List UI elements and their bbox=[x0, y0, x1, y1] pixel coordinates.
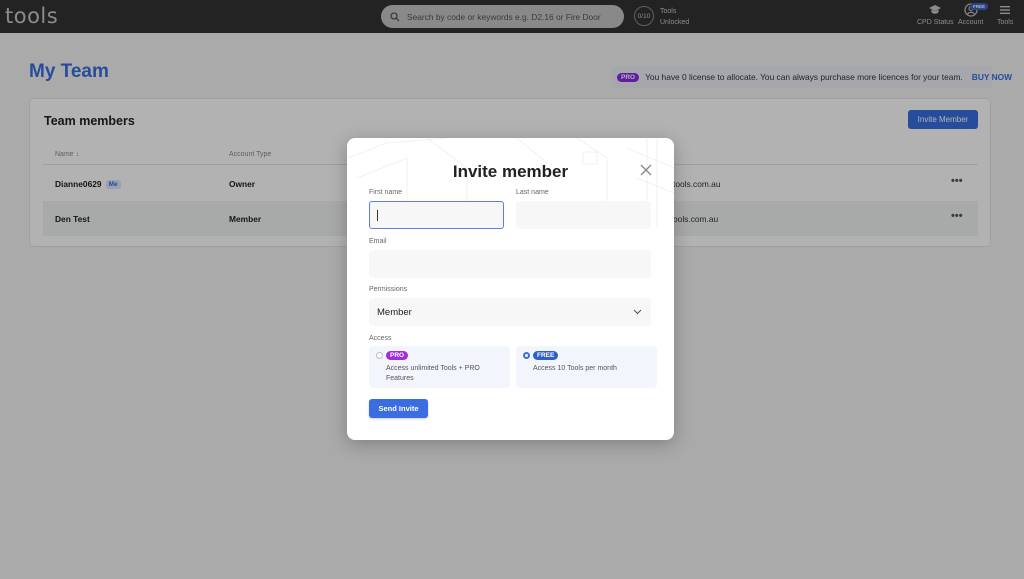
chevron-down-icon bbox=[633, 309, 642, 315]
send-invite-button[interactable]: Send Invite bbox=[369, 399, 428, 418]
invite-member-modal: Invite member First name Last name Email… bbox=[347, 138, 674, 440]
email-input[interactable] bbox=[369, 250, 651, 278]
permissions-select[interactable]: Member bbox=[369, 298, 651, 326]
first-name-input[interactable] bbox=[369, 201, 504, 229]
free-radio[interactable] bbox=[523, 352, 530, 359]
pro-description: Access unlimited Tools + PRO Features bbox=[386, 365, 480, 382]
permissions-label: Permissions bbox=[369, 286, 408, 293]
pro-badge: PRO bbox=[386, 351, 409, 360]
free-description: Access 10 Tools per month bbox=[533, 365, 617, 372]
last-name-label: Last name bbox=[516, 189, 549, 196]
email-label: Email bbox=[369, 238, 387, 245]
free-badge: FREE bbox=[533, 351, 559, 360]
pro-radio[interactable] bbox=[376, 352, 383, 359]
access-option-free[interactable]: FREE Access 10 Tools per month bbox=[516, 346, 657, 388]
first-name-label: First name bbox=[369, 189, 403, 196]
text-cursor bbox=[377, 209, 378, 221]
modal-title: Invite member bbox=[452, 162, 569, 181]
access-label: Access bbox=[369, 335, 392, 342]
last-name-input[interactable] bbox=[516, 201, 651, 229]
access-option-pro[interactable]: PRO Access unlimited Tools + PRO Feature… bbox=[369, 346, 510, 388]
permissions-value: Member bbox=[377, 306, 412, 318]
close-icon[interactable] bbox=[639, 163, 653, 177]
